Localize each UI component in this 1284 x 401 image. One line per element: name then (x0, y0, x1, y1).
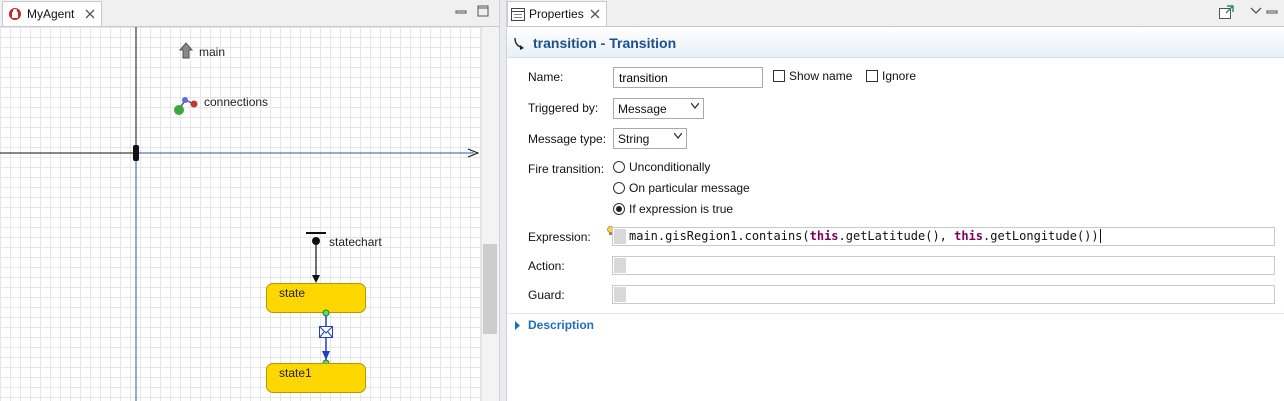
close-tab-icon[interactable] (85, 9, 95, 19)
open-in-new-icon[interactable] (1219, 5, 1235, 19)
message-type-select[interactable]: String (613, 128, 687, 149)
message-type-value: String (618, 132, 650, 146)
radio-unconditionally[interactable] (613, 161, 625, 173)
expression-label: Expression: (528, 230, 591, 244)
name-label: Name: (528, 70, 564, 84)
description-section-toggle[interactable]: Description (528, 318, 594, 332)
section-divider (507, 313, 1284, 314)
radio-if-expression-true-label: If expression is true (629, 202, 734, 216)
connections-icon[interactable] (172, 95, 202, 117)
expression-gutter (614, 229, 626, 244)
triggered-by-label: Triggered by: (528, 101, 599, 115)
guard-gutter (614, 287, 626, 302)
view-menu-icon[interactable] (1250, 7, 1262, 15)
guard-label: Guard: (528, 288, 565, 302)
properties-tab-icon (511, 8, 525, 21)
radio-unconditionally-label: Unconditionally (629, 160, 711, 174)
state-label: state (279, 286, 306, 300)
message-type-label: Message type: (528, 132, 607, 146)
statechart-entry-icon[interactable] (300, 229, 330, 289)
statechart-label: statechart (329, 235, 382, 249)
tab-myagent[interactable]: MyAgent (2, 1, 102, 26)
radio-particular-message-label: On particular message (629, 181, 750, 195)
panel-splitter[interactable] (499, 0, 507, 401)
main-arrow-icon[interactable] (176, 40, 196, 62)
fire-transition-label: Fire transition: (528, 162, 605, 176)
main-label: main (199, 45, 226, 59)
chevron-down-icon (691, 103, 699, 109)
action-label: Action: (528, 259, 565, 273)
agent-icon (9, 8, 21, 20)
diagram-canvas[interactable]: main connections statechart state state1 (0, 27, 481, 401)
diagram-axes (0, 27, 480, 401)
properties-tab-bar (507, 0, 1284, 27)
triggered-by-select[interactable]: Message (613, 98, 704, 119)
state1-label: state1 (279, 366, 312, 380)
scrollbar-thumb[interactable] (483, 244, 497, 334)
maximize-icon[interactable] (477, 5, 489, 17)
expression-code: main.gisRegion1.contains(this.getLatitud… (629, 229, 1101, 243)
message-trigger-icon (319, 326, 333, 338)
ignore-checkbox[interactable] (866, 70, 878, 82)
transition-connector[interactable] (314, 307, 338, 369)
minimize-icon[interactable] (455, 6, 467, 18)
show-name-label: Show name (789, 69, 853, 83)
close-tab-icon[interactable] (590, 9, 600, 19)
triggered-by-value: Message (618, 102, 667, 116)
properties-title: transition - Transition (533, 35, 677, 51)
agent-editor: MyAgent main connections statechart stat… (0, 0, 499, 401)
guard-field[interactable] (612, 285, 1275, 304)
tab-properties[interactable]: Properties (507, 1, 607, 26)
tab-label: Properties (529, 7, 584, 21)
connections-label: connections (204, 95, 269, 109)
transition-icon (514, 37, 524, 50)
expression-field[interactable]: main.gisRegion1.contains(this.getLatitud… (612, 227, 1275, 246)
show-name-checkbox[interactable] (773, 70, 785, 82)
action-gutter (614, 258, 626, 273)
chevron-down-icon (674, 133, 682, 139)
state1-node[interactable]: state1 (266, 363, 366, 393)
minimize-icon[interactable] (1266, 6, 1278, 18)
tab-label: MyAgent (27, 7, 75, 21)
action-field[interactable] (612, 256, 1275, 275)
ignore-label: Ignore (882, 69, 917, 83)
radio-particular-message[interactable] (613, 182, 625, 194)
expand-arrow-icon[interactable] (515, 321, 521, 330)
radio-if-expression-true[interactable] (613, 203, 625, 215)
vertical-scrollbar[interactable] (481, 27, 499, 401)
properties-view: Properties transition - Transition Name:… (507, 0, 1284, 401)
name-field[interactable] (613, 67, 763, 88)
